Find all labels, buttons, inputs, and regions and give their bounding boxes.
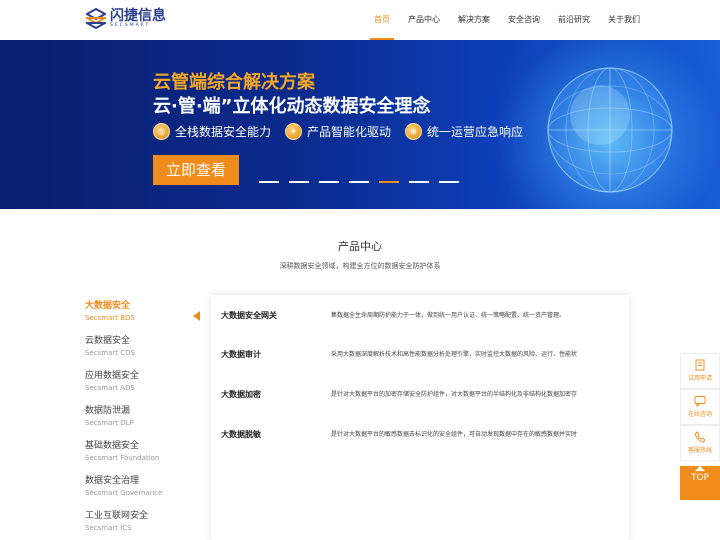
nav-about[interactable]: 关于我们 [599,0,649,40]
category-english: Secsmart Governance [85,489,163,497]
apply-icon [695,359,705,371]
logo-icon [86,8,106,30]
stack-icon: ◎ [153,123,170,140]
category-english: Secsmart ADS [85,384,135,392]
carousel-dot[interactable] [289,181,309,183]
arrow-up-icon [695,466,705,471]
float-label: 在线咨询 [687,411,712,418]
banner-subtitle: 云·管·端”立体化动态数据安全理念 [153,96,431,117]
carousel-dot[interactable] [409,181,429,183]
carousel-dots [259,181,469,183]
category-item-bds[interactable]: 大数据安全 Secsmart BDS [85,300,205,335]
back-to-top-button[interactable]: TOP [680,466,720,500]
product-name: 大数据脱敏 [221,430,261,439]
category-name: 应用数据安全 [85,371,140,381]
product-row[interactable]: 大数据审计 采用大数据深度解析技术和高性能数据分析处理引擎，实时监控大数据的风险… [221,348,621,362]
float-label: 试用申请 [687,375,712,382]
nav-products[interactable]: 产品中心 [399,0,449,40]
trial-apply-button[interactable]: 试用申请 [680,353,720,389]
category-list: 大数据安全 Secsmart BDS 云数据安全 Secsmart CDS 应用… [85,300,205,540]
product-name: 大数据审计 [221,350,261,359]
feature-item: ◎ 全栈数据安全能力 [153,123,271,140]
logo-english: SECSMART [110,23,151,29]
category-name: 数据防泄漏 [85,406,131,416]
product-name: 大数据安全网关 [221,311,277,320]
banner-features: ◎ 全栈数据安全能力 ✦ 产品智能化驱动 ⊕ 统一运营应急响应 [153,123,537,140]
active-category-arrow-icon [193,311,200,321]
globe-graphic [547,67,673,193]
category-name: 基础数据安全 [85,441,140,451]
category-name: 数据安全治理 [85,476,140,486]
hero-banner[interactable]: 云管端综合解决方案 云·管·端”立体化动态数据安全理念 ◎ 全栈数据安全能力 ✦… [0,40,720,209]
banner-title: 云管端综合解决方案 [153,72,315,93]
product-desc: 采用大数据深度解析技术和高性能数据分析处理引擎，实时监控大数据的风险、运行、性能… [331,351,578,358]
float-label: 客服热线 [687,447,712,454]
category-item-ics[interactable]: 工业互联网安全 Secsmart ICS [85,510,205,540]
carousel-dot[interactable] [349,181,369,183]
floating-contact-bar: 试用申请 在线咨询 客服热线 TOP [680,353,720,500]
category-english: Secsmart DLP [85,419,134,427]
view-now-button[interactable]: 立即查看 [153,155,239,185]
feature-label: 全栈数据安全能力 [175,125,272,139]
product-row[interactable]: 大数据加密 是针对大数据平台的加密存储安全防护组件，对大数据平台的半结构化及非结… [221,388,621,402]
product-name: 大数据加密 [221,390,261,399]
main-nav: 首页 产品中心 解决方案 安全咨询 前沿研究 关于我们 [365,0,649,40]
product-row[interactable]: 大数据脱敏 是针对大数据平台的敏感数据去标识化的安全组件，可自动发现数据中存在的… [221,428,621,442]
category-item-cds[interactable]: 云数据安全 Secsmart CDS [85,335,205,370]
bulb-icon: ✦ [285,123,303,140]
category-name: 云数据安全 [85,336,131,346]
category-english: Secsmart Foundation [85,454,160,462]
category-item-dlp[interactable]: 数据防泄漏 Secsmart DLP [85,405,205,440]
logo[interactable]: 闪捷信息 SECSMART [86,8,166,30]
network-icon: ⊕ [405,123,423,140]
carousel-dot[interactable] [319,181,339,183]
feature-label: 统一运营应急响应 [427,125,524,139]
carousel-dot[interactable] [259,181,279,183]
section-title: 产品中心 [338,240,382,253]
category-name: 工业互联网安全 [85,511,149,521]
product-desc: 是针对大数据平台的加密存储安全防护组件，对大数据平台的半结构化及非结构化数据加密… [331,391,578,398]
section-subtitle: 深耕数据安全领域，构建全方位的数据安全防护体系 [279,262,441,270]
category-item-ads[interactable]: 应用数据安全 Secsmart ADS [85,370,205,405]
category-english: Secsmart BDS [85,314,135,322]
chat-icon [694,396,706,407]
feature-item: ✦ 产品智能化驱动 [285,123,391,140]
product-desc: 集数据全生命周期防护能力于一体，做到统一用户认证、统一策略配置、统一资产管理。 [331,312,566,319]
nav-consulting[interactable]: 安全咨询 [499,0,549,40]
category-english: Secsmart ICS [85,524,132,532]
hotline-button[interactable]: 客服热线 [680,425,720,461]
top-label: TOP [690,473,709,483]
nav-solutions[interactable]: 解决方案 [449,0,499,40]
product-desc: 是针对大数据平台的敏感数据去标识化的安全组件，可自动发现数据中存在的敏感数据并实… [331,431,578,438]
nav-home[interactable]: 首页 [365,0,399,40]
category-name: 大数据安全 [85,301,131,311]
page: 闪捷信息 SECSMART 首页 产品中心 解决方案 安全咨询 前沿研究 关于我… [0,0,720,540]
product-panel: 大数据安全网关 集数据全生命周期防护能力于一体，做到统一用户认证、统一策略配置、… [211,295,629,540]
category-english: Secsmart CDS [85,349,135,357]
phone-icon [694,431,706,443]
carousel-dot-active[interactable] [379,181,399,183]
feature-item: ⊕ 统一运营应急响应 [405,123,523,140]
logo-name: 闪捷信息 [110,8,166,25]
product-row[interactable]: 大数据安全网关 集数据全生命周期防护能力于一体，做到统一用户认证、统一策略配置、… [221,309,621,323]
online-consult-button[interactable]: 在线咨询 [680,389,720,425]
header: 闪捷信息 SECSMART 首页 产品中心 解决方案 安全咨询 前沿研究 关于我… [0,0,720,40]
feature-label: 产品智能化驱动 [307,125,392,139]
carousel-dot[interactable] [439,181,459,183]
category-item-governance[interactable]: 数据安全治理 Secsmart Governance [85,475,205,510]
category-item-foundation[interactable]: 基础数据安全 Secsmart Foundation [85,440,205,475]
nav-research[interactable]: 前沿研究 [549,0,599,40]
